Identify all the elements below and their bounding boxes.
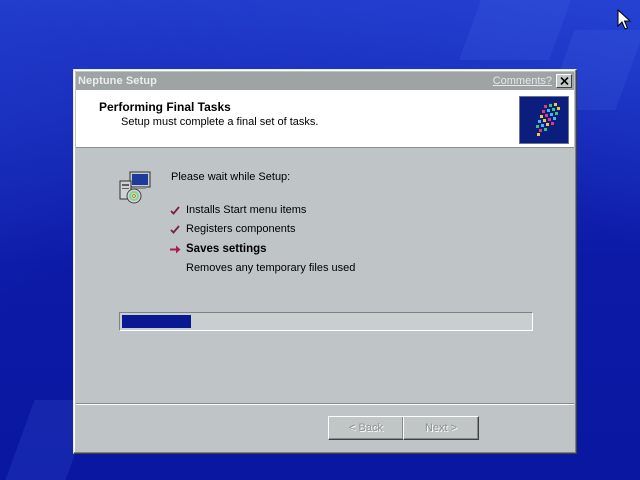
task-item: Installs Start menu items bbox=[170, 202, 306, 218]
windows-logo-icon bbox=[519, 96, 569, 144]
wizard-header: Performing Final Tasks Setup must comple… bbox=[76, 90, 574, 148]
task-item: Registers components bbox=[170, 221, 295, 237]
progress-bar-fill bbox=[122, 315, 192, 328]
task-item: Removes any temporary files used bbox=[170, 260, 355, 276]
task-label: Saves settings bbox=[186, 243, 267, 255]
page-title: Performing Final Tasks bbox=[99, 100, 231, 114]
task-item-current: Saves settings bbox=[170, 241, 267, 257]
close-button[interactable] bbox=[556, 74, 572, 88]
comments-link[interactable]: Comments? bbox=[493, 75, 552, 87]
wallpaper-band bbox=[459, 0, 571, 60]
progress-bar bbox=[119, 312, 533, 331]
task-label: Registers components bbox=[186, 223, 296, 235]
task-label: Installs Start menu items bbox=[186, 204, 307, 216]
wait-message: Please wait while Setup: bbox=[171, 171, 291, 183]
page-subtitle: Setup must complete a final set of tasks… bbox=[121, 116, 319, 128]
next-button[interactable]: Next > bbox=[403, 416, 479, 440]
task-pending-marker bbox=[170, 261, 186, 275]
task-label: Removes any temporary files used bbox=[186, 262, 356, 274]
checkmark-icon bbox=[170, 203, 186, 217]
window-title: Neptune Setup bbox=[78, 75, 157, 87]
footer-divider bbox=[76, 403, 574, 405]
mouse-cursor-icon bbox=[617, 9, 631, 30]
setup-dialog: Neptune Setup Comments? Performing Final… bbox=[73, 69, 577, 454]
checkmark-icon bbox=[170, 222, 186, 236]
close-icon bbox=[559, 77, 569, 85]
back-button[interactable]: < Back bbox=[328, 416, 404, 440]
setup-computer-icon bbox=[117, 171, 153, 205]
arrow-right-icon bbox=[170, 242, 186, 256]
title-bar[interactable]: Neptune Setup Comments? bbox=[76, 72, 574, 90]
